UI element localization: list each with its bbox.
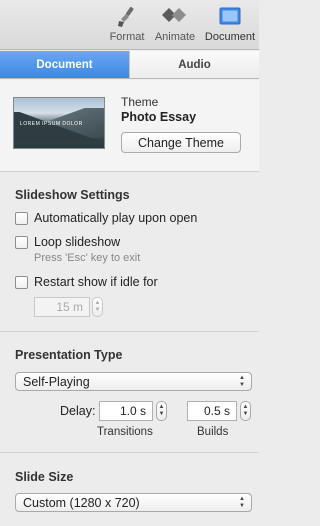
animate-diamonds-icon xyxy=(147,4,203,30)
autoplay-checkbox[interactable] xyxy=(15,211,28,225)
loop-option[interactable]: Loop slideshow xyxy=(15,235,120,249)
slide-size-value: Custom (1280 x 720) xyxy=(23,495,140,510)
inspector-toolbar: Format Animate Document xyxy=(0,0,259,50)
tab-document[interactable]: Document xyxy=(0,51,129,78)
slideshow-settings-title: Slideshow Settings xyxy=(15,188,130,202)
presentation-type-title: Presentation Type xyxy=(15,348,123,362)
tab-audio[interactable]: Audio xyxy=(129,51,259,78)
select-arrows-icon: ▲ ▼ xyxy=(239,496,245,509)
stepper-down-icon: ▼ xyxy=(242,411,249,417)
transitions-label: Transitions xyxy=(97,426,153,438)
inspector-tabs: Document Audio xyxy=(0,51,259,79)
delay-label: Delay: xyxy=(60,404,96,418)
thumbnail-shadow xyxy=(14,112,104,142)
theme-section: LOREM IPSUM DOLOR Theme Photo Essay Chan… xyxy=(0,80,259,172)
slide-size-title: Slide Size xyxy=(15,470,74,484)
transitions-delay-stepper[interactable]: ▲ ▼ xyxy=(156,401,167,421)
transitions-delay-field[interactable]: 1.0 s xyxy=(99,401,153,421)
stepper-up-icon: ▲ xyxy=(158,404,165,410)
theme-heading: Theme xyxy=(121,95,159,109)
document-button[interactable]: Document xyxy=(202,4,258,48)
builds-label: Builds xyxy=(197,426,229,438)
restart-option[interactable]: Restart show if idle for xyxy=(15,275,158,289)
idle-time-field[interactable]: 15 m xyxy=(34,297,90,317)
presentation-type-value: Self-Playing xyxy=(23,374,90,389)
stepper-up-icon: ▲ xyxy=(242,404,249,410)
slide-size-select[interactable]: Custom (1280 x 720) ▲ ▼ xyxy=(15,493,252,512)
stepper-up-icon: ▲ xyxy=(94,300,101,306)
builds-delay-stepper[interactable]: ▲ ▼ xyxy=(240,401,251,421)
restart-label: Restart show if idle for xyxy=(34,275,158,289)
change-theme-button[interactable]: Change Theme xyxy=(121,132,241,153)
loop-label: Loop slideshow xyxy=(34,235,121,249)
animate-button[interactable]: Animate xyxy=(147,4,203,48)
presentation-type-select[interactable]: Self-Playing ▲ ▼ xyxy=(15,372,252,391)
builds-delay-field[interactable]: 0.5 s xyxy=(187,401,237,421)
restart-checkbox[interactable] xyxy=(15,275,28,289)
document-label: Document xyxy=(204,31,256,43)
stepper-down-icon: ▼ xyxy=(158,411,165,417)
section-divider xyxy=(0,331,259,332)
theme-thumbnail[interactable]: LOREM IPSUM DOLOR xyxy=(13,97,105,149)
stepper-down-icon: ▼ xyxy=(94,307,101,313)
select-arrows-icon: ▲ ▼ xyxy=(239,375,245,388)
idle-time-stepper[interactable]: ▲ ▼ xyxy=(92,297,103,317)
section-divider xyxy=(0,452,259,453)
animate-label: Animate xyxy=(154,31,196,43)
thumbnail-caption: LOREM IPSUM DOLOR xyxy=(20,121,83,127)
loop-checkbox[interactable] xyxy=(15,235,28,249)
autoplay-option[interactable]: Automatically play upon open xyxy=(15,211,197,225)
loop-hint: Press 'Esc' key to exit xyxy=(34,252,141,264)
theme-name: Photo Essay xyxy=(121,110,197,124)
autoplay-label: Automatically play upon open xyxy=(34,211,198,225)
document-icon xyxy=(202,4,258,30)
